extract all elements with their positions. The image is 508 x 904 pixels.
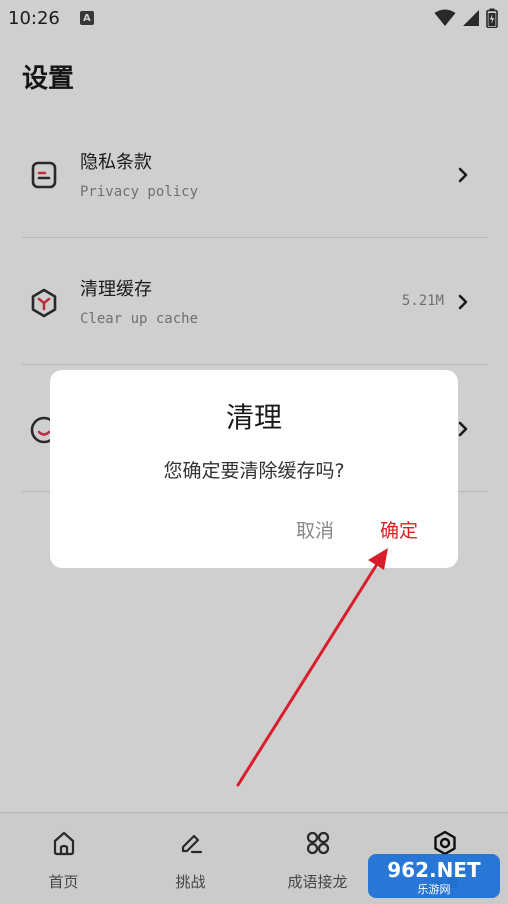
cancel-button[interactable]: 取消 — [296, 516, 334, 543]
dialog-message: 您确定要清除缓存吗? — [163, 460, 345, 482]
watermark-sub-text: 乐游网 — [418, 883, 451, 896]
watermark-logo: 962.NET 乐游网 — [368, 854, 500, 898]
watermark-main-text: 962.NET — [387, 858, 481, 882]
confirm-dialog: 清理 您确定要清除缓存吗? 取消 确定 — [50, 370, 458, 568]
confirm-button[interactable]: 确定 — [380, 516, 418, 543]
dialog-title: 清理 — [225, 401, 282, 434]
